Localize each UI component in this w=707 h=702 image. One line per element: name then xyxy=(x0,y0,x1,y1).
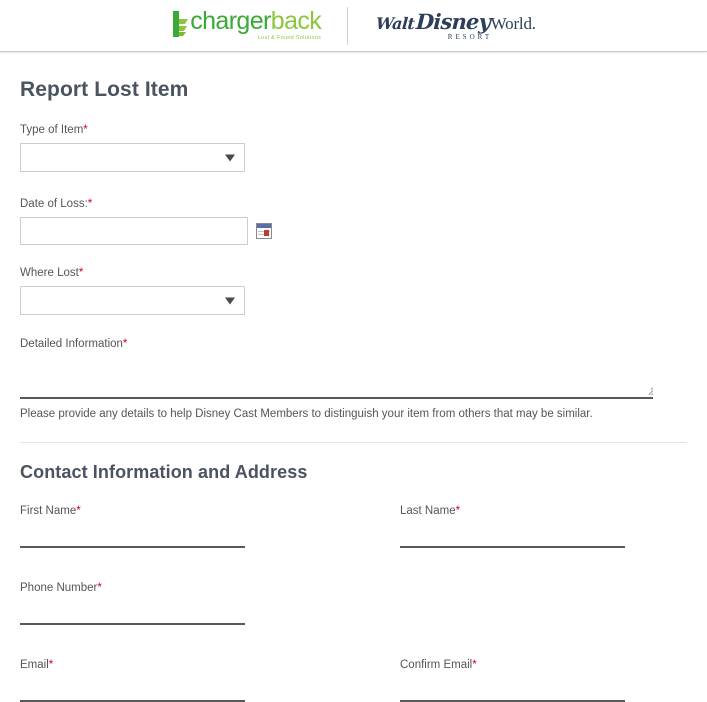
field-group-last-name: Last Name* xyxy=(400,505,625,548)
walt-disney-world-logo[interactable]: Walt Disney World. RESORT xyxy=(348,8,536,41)
type-of-item-select[interactable] xyxy=(20,143,245,172)
disney-logo-world: World. xyxy=(490,13,536,33)
page-title: Report Lost Item xyxy=(20,78,189,101)
chargerback-word-charger: charger xyxy=(190,7,271,36)
date-of-loss-label: Date of Loss:* xyxy=(20,198,687,210)
required-asterisk: * xyxy=(472,659,477,671)
chargerback-leaf-mark xyxy=(171,11,189,38)
first-name-label-text: First Name xyxy=(20,505,77,517)
type-of-item-label: Type of Item* xyxy=(20,124,687,136)
email-label-text: Email xyxy=(20,659,49,671)
required-asterisk: * xyxy=(76,505,81,517)
phone-number-label: Phone Number* xyxy=(20,582,245,594)
contact-section-title: Contact Information and Address xyxy=(20,462,308,482)
resize-handle-icon[interactable] xyxy=(644,386,653,395)
phone-number-input[interactable] xyxy=(20,601,245,625)
logo-row: chargerback Lost & Found Solutions Walt … xyxy=(171,6,536,45)
phone-row-spacer xyxy=(400,582,625,625)
detailed-information-textarea[interactable] xyxy=(20,357,653,399)
required-asterisk: * xyxy=(48,659,54,671)
calendar-icon-day xyxy=(264,230,269,236)
last-name-input[interactable] xyxy=(400,524,625,548)
chargerback-logo[interactable]: chargerback Lost & Found Solutions xyxy=(171,9,347,41)
required-asterisk: * xyxy=(87,198,93,210)
detailed-information-label: Detailed Information* xyxy=(20,338,687,350)
where-lost-select[interactable] xyxy=(20,286,245,315)
site-header: chargerback Lost & Found Solutions Walt … xyxy=(0,0,707,52)
disney-logo-walt: Walt xyxy=(375,13,416,33)
required-asterisk: * xyxy=(455,505,461,517)
page-content: Report Lost Item Type of Item* Date of L… xyxy=(0,78,707,702)
confirm-email-label: Confirm Email* xyxy=(400,659,625,671)
confirm-email-label-text: Confirm Email xyxy=(400,659,473,671)
chevron-down-icon xyxy=(225,297,235,304)
last-name-label-text: Last Name xyxy=(400,505,456,517)
first-name-input[interactable] xyxy=(20,524,245,548)
type-of-item-label-text: Type of Item xyxy=(20,124,84,136)
where-lost-label-text: Where Lost xyxy=(20,267,79,279)
date-of-loss-row xyxy=(20,217,687,245)
email-row: Email* Confirm Email* xyxy=(20,659,687,702)
email-label: Email* xyxy=(20,659,245,671)
required-asterisk: * xyxy=(122,338,128,350)
calendar-icon[interactable] xyxy=(256,223,272,239)
required-asterisk: * xyxy=(83,124,88,136)
required-asterisk: * xyxy=(97,582,102,594)
field-group-phone-number: Phone Number* xyxy=(20,582,245,625)
first-name-label: First Name* xyxy=(20,505,245,517)
calendar-icon-header xyxy=(257,224,271,228)
phone-row: Phone Number* xyxy=(20,582,687,625)
section-divider xyxy=(20,442,687,443)
last-name-label: Last Name* xyxy=(400,505,625,517)
disney-logo-disney: Disney xyxy=(414,8,491,34)
field-group-type-of-item: Type of Item* xyxy=(20,124,687,172)
where-lost-label: Where Lost* xyxy=(20,267,687,279)
date-of-loss-input[interactable] xyxy=(20,217,248,245)
field-group-email: Email* xyxy=(20,659,245,702)
field-group-where-lost: Where Lost* xyxy=(20,267,687,315)
name-row: First Name* Last Name* xyxy=(20,505,687,548)
chargerback-word-back: back xyxy=(270,7,322,36)
field-group-detailed-information: Detailed Information* Please provide any… xyxy=(20,338,687,420)
detailed-information-label-text: Detailed Information xyxy=(20,338,123,350)
required-asterisk: * xyxy=(78,267,84,279)
field-group-date-of-loss: Date of Loss:* xyxy=(20,198,687,245)
detailed-information-helper-text: Please provide any details to help Disne… xyxy=(20,408,593,420)
confirm-email-input[interactable] xyxy=(400,678,625,702)
email-input[interactable] xyxy=(20,678,245,702)
date-of-loss-label-text: Date of Loss: xyxy=(20,198,88,210)
chevron-down-icon xyxy=(225,154,235,161)
phone-number-label-text: Phone Number xyxy=(20,582,98,594)
chargerback-tagline: Lost & Found Solutions xyxy=(257,35,322,42)
field-group-first-name: First Name* xyxy=(20,505,245,548)
field-group-confirm-email: Confirm Email* xyxy=(400,659,625,702)
